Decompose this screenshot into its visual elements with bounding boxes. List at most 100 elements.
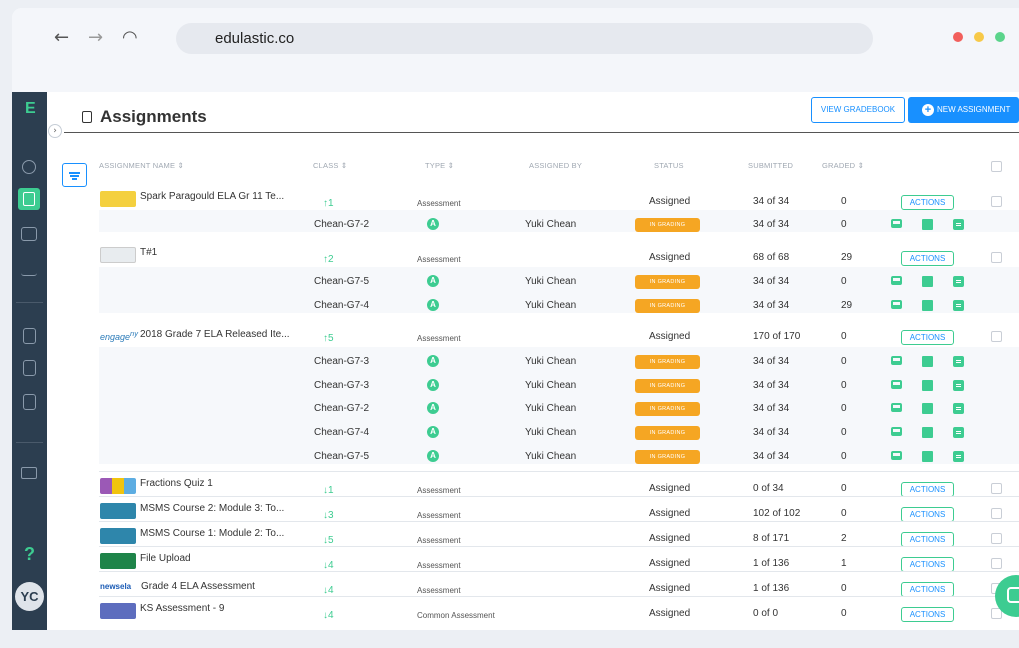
actions-button[interactable]: ACTIONS xyxy=(901,557,954,572)
class-count[interactable]: ↓4 xyxy=(323,610,334,621)
select-all-checkbox[interactable] xyxy=(991,161,1002,172)
actions-button[interactable]: ACTIONS xyxy=(901,532,954,547)
engage-ny-logo: engageny xyxy=(100,329,138,342)
assigned-by: Yuki Chean xyxy=(525,427,577,438)
reports-icon[interactable] xyxy=(953,380,964,391)
assignment-title[interactable]: File Upload xyxy=(140,553,191,564)
class-count[interactable]: ↓5 xyxy=(323,535,334,546)
expressgrader-icon[interactable] xyxy=(922,380,933,391)
insights-icon[interactable] xyxy=(21,260,37,276)
row-checkbox[interactable] xyxy=(991,533,1002,544)
actions-button[interactable]: ACTIONS xyxy=(901,330,954,345)
live-classboard-icon[interactable] xyxy=(891,276,902,285)
reports-icon[interactable] xyxy=(953,219,964,230)
actions-button[interactable]: ACTIONS xyxy=(901,251,954,266)
assessment-type-badge: A xyxy=(427,218,439,230)
column-header-name[interactable]: ASSIGNMENT NAME ⇕ xyxy=(99,161,184,170)
column-header-type[interactable]: TYPE ⇕ xyxy=(425,161,454,170)
url-bar[interactable]: edulastic.co xyxy=(176,23,873,54)
reports-icon[interactable] xyxy=(953,356,964,367)
window-dot-maximize-icon[interactable] xyxy=(995,32,1005,42)
item-bank-icon[interactable] xyxy=(23,328,36,344)
class-count[interactable]: ↑5 xyxy=(323,333,334,344)
actions-button[interactable]: ACTIONS xyxy=(901,582,954,597)
column-header-graded[interactable]: GRADED ⇕ xyxy=(822,161,864,170)
assignment-title[interactable]: Grade 4 ELA Assessment xyxy=(141,581,255,592)
class-count[interactable]: ↓3 xyxy=(323,510,334,521)
reports-icon[interactable] xyxy=(953,427,964,438)
expressgrader-icon[interactable] xyxy=(922,276,933,287)
row-checkbox[interactable] xyxy=(991,331,1002,342)
live-classboard-icon[interactable] xyxy=(891,356,902,365)
assignment-type: Common Assessment xyxy=(417,611,495,620)
in-grading-badge[interactable]: IN GRADING xyxy=(635,379,700,393)
actions-button[interactable]: ACTIONS xyxy=(901,195,954,210)
actions-button[interactable]: ACTIONS xyxy=(901,507,954,522)
class-count[interactable]: ↓1 xyxy=(323,485,334,496)
class-count[interactable]: ↓4 xyxy=(323,560,334,571)
live-classboard-icon[interactable] xyxy=(891,451,902,460)
row-checkbox[interactable] xyxy=(991,252,1002,263)
expressgrader-icon[interactable] xyxy=(922,403,933,414)
actions-button[interactable]: ACTIONS xyxy=(901,607,954,622)
manage-class-icon[interactable] xyxy=(21,467,37,479)
assignment-title[interactable]: MSMS Course 2: Module 3: To... xyxy=(140,503,284,514)
in-grading-badge[interactable]: IN GRADING xyxy=(635,299,700,313)
in-grading-badge[interactable]: IN GRADING xyxy=(635,402,700,416)
expressgrader-icon[interactable] xyxy=(922,427,933,438)
assignment-title[interactable]: KS Assessment - 9 xyxy=(140,603,224,614)
assignment-title[interactable]: 2018 Grade 7 ELA Released Ite... xyxy=(140,329,290,340)
assignments-nav-icon[interactable] xyxy=(18,188,40,210)
class-count[interactable]: ↑2 xyxy=(323,254,334,265)
app-logo[interactable]: E xyxy=(25,100,36,118)
in-grading-badge[interactable]: IN GRADING xyxy=(635,426,700,440)
in-grading-badge[interactable]: IN GRADING xyxy=(635,450,700,464)
live-classboard-icon[interactable] xyxy=(891,427,902,436)
reports-icon[interactable] xyxy=(953,276,964,287)
view-gradebook-button[interactable]: VIEW GRADEBOOK xyxy=(811,97,905,123)
assignment-title[interactable]: MSMS Course 1: Module 2: To... xyxy=(140,528,284,539)
row-checkbox[interactable] xyxy=(991,196,1002,207)
reports-icon[interactable] xyxy=(953,451,964,462)
in-grading-badge[interactable]: IN GRADING xyxy=(635,218,700,232)
assigned-by: Yuki Chean xyxy=(525,300,577,311)
reload-icon[interactable]: ◠ xyxy=(122,28,138,48)
help-icon[interactable]: ? xyxy=(24,544,35,565)
window-dot-close-icon[interactable] xyxy=(953,32,963,42)
assignment-title[interactable]: Spark Paragould ELA Gr 11 Te... xyxy=(140,191,284,202)
in-grading-badge[interactable]: IN GRADING xyxy=(635,355,700,369)
row-checkbox[interactable] xyxy=(991,483,1002,494)
sidebar: E ? YC xyxy=(12,92,47,630)
new-assignment-button[interactable]: + NEW ASSIGNMENT xyxy=(908,97,1019,123)
arrow-right-icon[interactable]: → xyxy=(88,28,103,48)
expressgrader-icon[interactable] xyxy=(922,300,933,311)
playlist-icon[interactable] xyxy=(21,227,37,241)
reports-icon[interactable] xyxy=(953,300,964,311)
in-grading-badge[interactable]: IN GRADING xyxy=(635,275,700,289)
row-checkbox[interactable] xyxy=(991,508,1002,519)
live-classboard-icon[interactable] xyxy=(891,403,902,412)
column-header-class[interactable]: CLASS ⇕ xyxy=(313,161,347,170)
dashboard-icon[interactable] xyxy=(22,160,36,174)
reports-icon[interactable] xyxy=(953,403,964,414)
playlist-library-icon[interactable] xyxy=(23,394,36,410)
row-checkbox[interactable] xyxy=(991,558,1002,569)
chevron-right-icon[interactable]: › xyxy=(48,124,62,138)
actions-button[interactable]: ACTIONS xyxy=(901,482,954,497)
arrow-left-icon[interactable]: ← xyxy=(54,28,69,48)
live-classboard-icon[interactable] xyxy=(891,219,902,228)
live-classboard-icon[interactable] xyxy=(891,300,902,309)
expressgrader-icon[interactable] xyxy=(922,356,933,367)
assignment-title[interactable]: T#1 xyxy=(140,247,157,258)
class-count[interactable]: ↑1 xyxy=(323,198,334,209)
window-dot-minimize-icon[interactable] xyxy=(974,32,984,42)
class-name: Chean-G7-3 xyxy=(314,356,370,367)
expressgrader-icon[interactable] xyxy=(922,451,933,462)
avatar[interactable]: YC xyxy=(15,582,44,611)
live-classboard-icon[interactable] xyxy=(891,380,902,389)
test-library-icon[interactable] xyxy=(23,360,36,376)
assignment-title[interactable]: Fractions Quiz 1 xyxy=(140,478,213,489)
expressgrader-icon[interactable] xyxy=(922,219,933,230)
class-count[interactable]: ↓4 xyxy=(323,585,334,596)
filter-button[interactable] xyxy=(62,163,87,187)
